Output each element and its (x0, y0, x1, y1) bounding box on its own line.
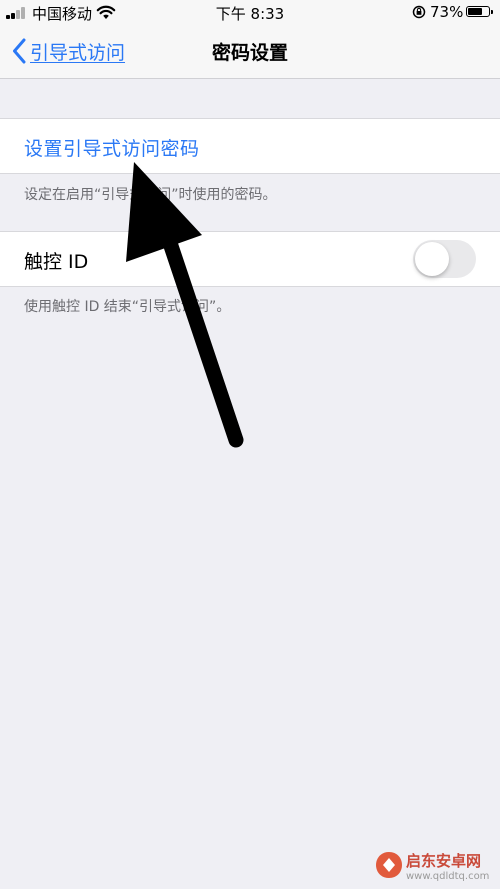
touch-id-footer-text: 使用触控 ID 结束“引导式访问”。 (24, 299, 231, 315)
toggle-knob (415, 242, 449, 276)
watermark-logo-icon (376, 852, 402, 878)
battery-percent: 73% (430, 3, 464, 21)
touch-id-toggle[interactable] (413, 240, 476, 278)
page-title: 密码设置 (211, 42, 288, 64)
set-passcode-label: 设置引导式访问密码 (24, 138, 200, 160)
watermark: 启东安卓网 www.qdldtq.com (362, 846, 500, 889)
passcode-footer-text: 设定在启用“引导式访问”时使用的密码。 (24, 187, 277, 203)
watermark-title: 启东安卓网 (406, 852, 482, 870)
set-passcode-cell[interactable]: 设置引导式访问密码 (0, 118, 500, 174)
touch-id-label: 触控 ID (24, 251, 89, 273)
watermark-url: www.qdldtq.com (406, 871, 490, 882)
orientation-lock-icon (412, 5, 426, 19)
navigation-bar: 引导式访问 密码设置 (0, 24, 500, 79)
status-bar: 中国移动 下午 8:33 73% (0, 0, 500, 24)
battery-icon (466, 6, 493, 17)
touch-id-cell: 触控 ID (0, 231, 500, 287)
